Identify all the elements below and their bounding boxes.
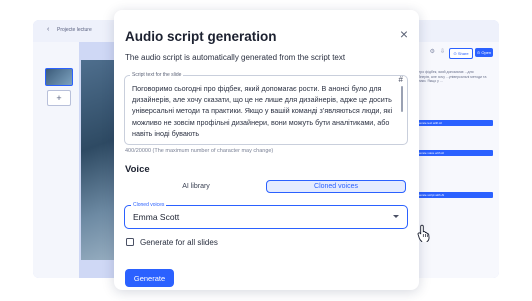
- download-icon[interactable]: ⇩: [440, 48, 445, 55]
- generate-all-checkbox[interactable]: [126, 238, 134, 246]
- voice-section-title: Voice: [125, 164, 150, 175]
- open-button[interactable]: ⊙ Open: [475, 48, 493, 57]
- script-scrollbar[interactable]: [401, 86, 403, 112]
- project-title: Projecte lecture: [57, 27, 92, 33]
- generate-button[interactable]: Generate: [125, 269, 174, 287]
- script-text-field[interactable]: Script text for the slide Поговоримо сьо…: [124, 72, 408, 145]
- selected-voice: Emma Scott: [133, 212, 180, 222]
- side-script-text: ...та про фідбек, який допомагає ...для …: [411, 70, 487, 83]
- generate-text-ai-button[interactable]: Generate text with AI: [411, 120, 493, 126]
- script-text-content[interactable]: Поговоримо сьогодні про фідбек, який доп…: [132, 83, 394, 143]
- tab-ai-library[interactable]: AI library: [126, 180, 266, 193]
- tab-cloned-voices[interactable]: Cloned voices: [266, 180, 406, 193]
- generate-voice-ai-button[interactable]: Generate voice with AI: [411, 150, 493, 156]
- slides-panel: +: [33, 42, 79, 278]
- audio-script-modal: Audio script generation × The audio scri…: [114, 10, 430, 290]
- back-arrow-icon[interactable]: ‹: [47, 26, 49, 33]
- share-button[interactable]: ⊙ Share: [449, 48, 473, 59]
- add-slide-button[interactable]: +: [47, 90, 71, 106]
- hand-pointer-icon: [417, 224, 430, 242]
- caret-down-icon: [393, 215, 399, 218]
- slide-thumbnail[interactable]: [45, 68, 73, 86]
- close-icon[interactable]: ×: [398, 27, 410, 41]
- hash-icon[interactable]: #: [399, 75, 403, 84]
- cloned-voices-label: Cloned voices: [131, 202, 167, 208]
- modal-title: Audio script generation: [125, 29, 277, 44]
- cloned-voices-select[interactable]: Cloned voices Emma Scott: [124, 202, 408, 229]
- right-panel: ⚙ ⇩ ⊙ Share ⊙ Open ...та про фідбек, яки…: [405, 42, 499, 278]
- settings-icon[interactable]: ⚙: [430, 48, 435, 55]
- character-count: 400/20000 (The maximum number of charact…: [125, 148, 274, 154]
- generate-all-label[interactable]: Generate for all slides: [140, 238, 218, 247]
- modal-subtitle: The audio script is automatically genera…: [125, 53, 346, 62]
- generate-script-ai-button[interactable]: Generate script with AI: [411, 192, 493, 198]
- script-text-label: Script text for the slide: [130, 72, 184, 78]
